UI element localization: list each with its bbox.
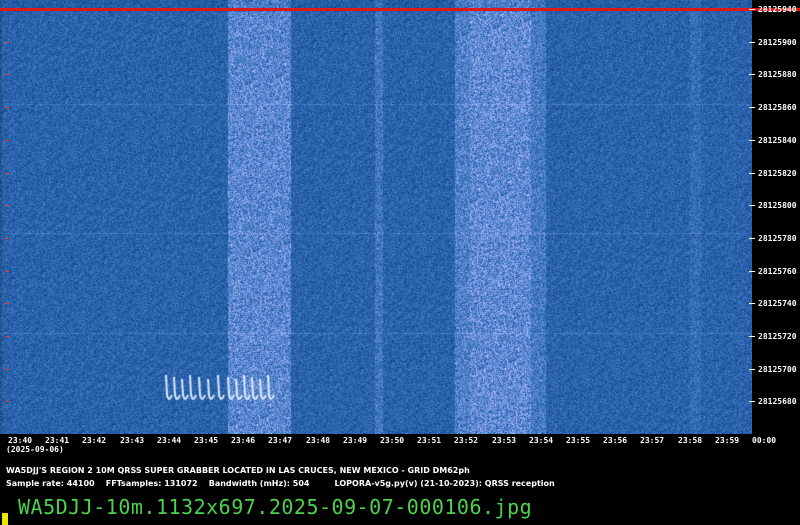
time-label: 23:48	[306, 436, 331, 445]
time-label: 23:47	[268, 436, 293, 445]
frequency-label: 28125760	[758, 267, 797, 276]
time-label: 23:52	[454, 436, 479, 445]
time-label: 23:53	[492, 436, 517, 445]
time-label: 23:40	[8, 436, 33, 445]
left-tick	[5, 107, 9, 108]
left-tick	[5, 369, 9, 370]
frequency-tick	[749, 369, 755, 370]
frequency-tick	[749, 140, 755, 141]
left-tick	[5, 271, 9, 272]
frequency-tick	[749, 9, 755, 10]
frequency-label: 28125720	[758, 332, 797, 341]
spectrogram-waterfall	[0, 0, 752, 434]
frequency-tick	[749, 42, 755, 43]
frequency-label: 28125940	[758, 5, 797, 14]
left-tick	[5, 140, 9, 141]
left-tick	[5, 401, 9, 402]
top-red-marker-line	[0, 8, 800, 11]
time-label: 23:59	[715, 436, 740, 445]
frequency-label: 28125780	[758, 234, 797, 243]
frequency-label: 28125880	[758, 70, 797, 79]
time-label: 00:00	[752, 436, 777, 445]
frequency-label: 28125700	[758, 365, 797, 374]
reception-parameters: Sample rate: 44100 FFTsamples: 131072 Ba…	[6, 479, 555, 488]
time-label: 23:41	[45, 436, 70, 445]
time-label: 23:55	[566, 436, 591, 445]
frequency-label: 28125820	[758, 169, 797, 178]
time-label: 23:49	[343, 436, 368, 445]
frequency-tick	[749, 271, 755, 272]
frequency-tick	[749, 303, 755, 304]
frequency-label: 28125800	[758, 201, 797, 210]
left-tick	[5, 303, 9, 304]
text-cursor	[2, 513, 8, 525]
left-tick	[5, 42, 9, 43]
image-filename: WA5DJJ-10m.1132x697.2025-09-07-000106.jp…	[18, 495, 533, 519]
date-label: (2025-09-06)	[6, 445, 64, 454]
left-tick	[5, 74, 9, 75]
frequency-tick	[749, 107, 755, 108]
frequency-label: 28125860	[758, 103, 797, 112]
frequency-tick	[749, 238, 755, 239]
frequency-tick	[749, 173, 755, 174]
left-tick	[5, 238, 9, 239]
frequency-label: 28125840	[758, 136, 797, 145]
frequency-tick	[749, 74, 755, 75]
time-label: 23:45	[194, 436, 219, 445]
frequency-tick	[749, 205, 755, 206]
time-label: 23:42	[82, 436, 107, 445]
frequency-label: 28125740	[758, 299, 797, 308]
time-label: 23:51	[417, 436, 442, 445]
time-label: 23:43	[120, 436, 145, 445]
time-label: 23:44	[157, 436, 182, 445]
frequency-label: 28125900	[758, 38, 797, 47]
left-tick	[5, 336, 9, 337]
frequency-tick	[749, 401, 755, 402]
frequency-tick	[749, 336, 755, 337]
station-description: WA5DJJ'S REGION 2 10M QRSS SUPER GRABBER…	[6, 466, 470, 475]
left-tick	[5, 205, 9, 206]
time-label: 23:46	[231, 436, 256, 445]
time-label: 23:54	[529, 436, 554, 445]
frequency-label: 28125680	[758, 397, 797, 406]
left-tick	[5, 173, 9, 174]
time-label: 23:50	[380, 436, 405, 445]
time-label: 23:57	[640, 436, 665, 445]
time-label: 23:58	[678, 436, 703, 445]
time-label: 23:56	[603, 436, 628, 445]
